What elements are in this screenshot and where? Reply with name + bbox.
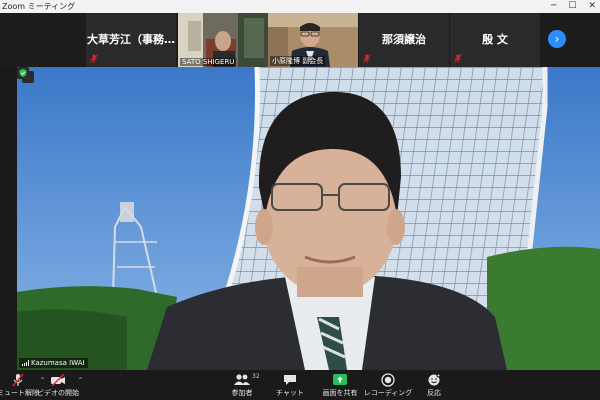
participant-tile-1[interactable]: 大草芳江（事務… [86,13,176,67]
record-icon [381,373,395,387]
participant-name: 那須譲治 [382,33,426,46]
reactions-icon [428,373,441,386]
chat-label: チャット [276,389,304,397]
encryption-shield-icon[interactable] [17,67,29,79]
signal-strength-icon [22,360,29,366]
participant-name: 大草芳江（事務… [87,33,175,46]
window-title: Zoom ミーティング [2,2,76,11]
main-video: i Kazumasa IWAI [17,67,600,370]
participant-tile-4[interactable]: 那須譲治 [359,13,449,67]
participants-count: 32 [252,373,260,380]
close-icon[interactable]: ✕ [588,0,596,13]
participants-label: 参加者 [231,389,253,397]
chat-button[interactable]: チャット [264,371,316,400]
participants-icon [234,374,250,385]
participant-label: SATO SHIGERU [180,58,237,66]
maximize-icon[interactable]: ☐ [568,0,576,13]
video-off-icon [51,373,65,387]
reactions-button[interactable]: 反応 [408,371,460,400]
reactions-label: 反応 [427,389,441,397]
muted-mic-icon [90,54,98,63]
share-screen-label: 画面を共有 [322,389,358,397]
participant-name: 殷 文 [482,33,508,46]
gallery-strip: 大草芳江（事務… SATO SHIGERU 小原隆博 副会長 那須譲治 殷 文 … [0,13,600,67]
speaker-name-label: Kazumasa IWAI [19,358,88,368]
participants-button[interactable]: 参加者 [216,371,268,400]
meeting-toolbar: ミュート解除 ^ ビデオの開始 ^ 参加者 32 チャット 画面を共有 レコーデ… [0,370,600,400]
participant-tile-5[interactable]: 殷 文 [450,13,540,67]
chat-icon [284,375,296,385]
share-screen-icon [333,374,347,385]
video-options-caret[interactable]: ^ [78,377,83,384]
minimize-icon[interactable]: ─ [551,0,556,13]
record-label: レコーディング [363,389,413,397]
participant-label: 小原隆博 副会長 [270,56,326,66]
participant-tile-3[interactable]: 小原隆博 副会長 [268,13,358,67]
start-video-button[interactable]: ビデオの開始 [32,371,84,400]
participant-tile-2[interactable]: SATO SHIGERU [178,13,268,67]
record-button[interactable]: レコーディング [362,371,414,400]
chevron-right-icon: › [554,32,560,46]
muted-mic-icon [12,373,24,387]
muted-mic-icon [363,54,371,63]
share-screen-button[interactable]: 画面を共有 [314,371,366,400]
speaker-video-frame [17,67,600,370]
start-video-label: ビデオの開始 [37,389,79,397]
speaker-name: Kazumasa IWAI [31,359,85,367]
muted-mic-icon [454,54,462,63]
window-titlebar: Zoom ミーティング ─ ☐ ✕ [0,0,600,13]
window-controls: ─ ☐ ✕ [551,0,596,13]
next-page-button[interactable]: › [548,30,566,48]
